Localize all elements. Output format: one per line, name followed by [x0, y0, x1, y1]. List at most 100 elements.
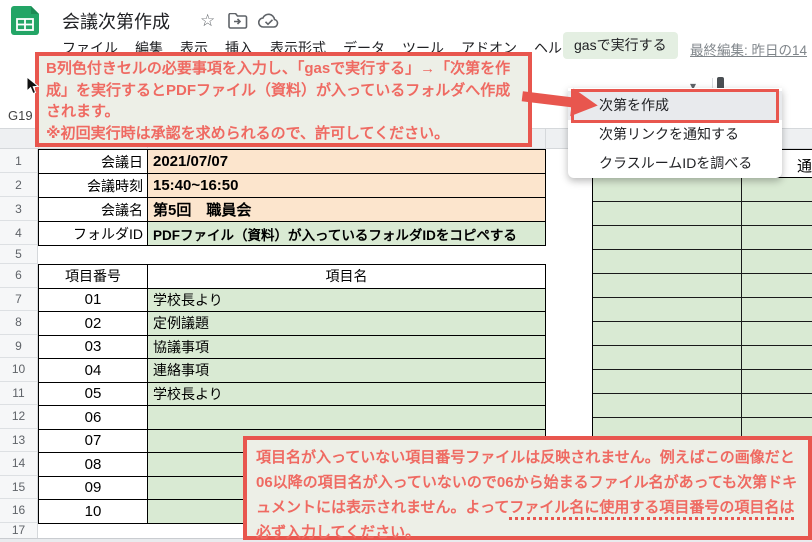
table-row: 02 定例議題: [39, 312, 546, 336]
row-header[interactable]: 8: [0, 311, 37, 335]
table-header-row: 項目番号 項目名: [39, 265, 546, 289]
menu-item-lookup-classroom-id[interactable]: クラスルームIDを調べる: [568, 149, 782, 178]
col-header-item-number[interactable]: 項目番号: [39, 265, 148, 289]
row-header[interactable]: 1: [0, 149, 37, 173]
cell-empty[interactable]: [742, 274, 812, 298]
table-row: [593, 394, 812, 418]
table-row: [593, 178, 812, 202]
cell-item-number[interactable]: 10: [39, 500, 148, 524]
cell-value-meeting-time[interactable]: 15:40~16:50: [148, 174, 546, 198]
cell-empty[interactable]: [742, 250, 812, 274]
row-header[interactable]: 12: [0, 405, 37, 429]
cell-empty[interactable]: [593, 322, 743, 346]
row-header[interactable]: 5: [0, 245, 37, 264]
cell-empty[interactable]: [742, 322, 812, 346]
table-row: [593, 346, 812, 370]
table-row: [593, 370, 812, 394]
col-header-item-name[interactable]: 項目名: [148, 265, 546, 289]
cell-empty[interactable]: [742, 178, 812, 202]
top-annotation-note: B列色付きセルの必要事項を入力し、「gasで実行する」→「次第を作成」を実行する…: [35, 52, 532, 147]
bottom-annotation-note: 項目名が入っていない項目番号ファイルは反映されません。例えばこの画像だと06以降…: [243, 436, 812, 541]
cloud-status-icon[interactable]: [258, 13, 280, 29]
table-row: 会議名 第5回 職員会: [39, 198, 546, 222]
table-row: 01 学校長より: [39, 288, 546, 312]
cell-empty[interactable]: [593, 202, 743, 226]
cell-item-number[interactable]: 08: [39, 453, 148, 477]
cell-item-number[interactable]: 02: [39, 312, 148, 336]
row-header[interactable]: 3: [0, 197, 37, 221]
row-header[interactable]: 7: [0, 288, 37, 311]
cell-label-meeting-name[interactable]: 会議名: [39, 198, 148, 222]
menu-item-notify-agenda-link[interactable]: 次第リンクを通知する: [568, 120, 782, 149]
cell-item-name[interactable]: 協議事項: [148, 335, 546, 359]
table-row: 会議時刻 15:40~16:50: [39, 174, 546, 198]
star-icon[interactable]: ☆: [200, 11, 215, 31]
table-row: [593, 226, 812, 250]
cell-item-name[interactable]: 学校長より: [148, 382, 546, 406]
row-header[interactable]: 14: [0, 452, 37, 476]
table-row: [593, 322, 812, 346]
cell-item-number[interactable]: 03: [39, 335, 148, 359]
cell-item-number[interactable]: 07: [39, 429, 148, 453]
name-box[interactable]: G19: [8, 108, 33, 123]
cell-item-number[interactable]: 05: [39, 382, 148, 406]
cell-item-name[interactable]: [148, 406, 546, 430]
google-sheets-window: 会議次第作成 ☆ ファイル 編集 表示 挿入 表示形式 データ ツール アドオン…: [0, 0, 812, 542]
cell-empty[interactable]: [593, 226, 743, 250]
cell-item-name[interactable]: 定例議題: [148, 312, 546, 336]
row-header[interactable]: 2: [0, 173, 37, 197]
table-row: [593, 274, 812, 298]
row-header[interactable]: 10: [0, 358, 37, 382]
cell-empty[interactable]: [742, 370, 812, 394]
cell-value-meeting-name[interactable]: 第5回 職員会: [148, 198, 546, 222]
cell-label-folder-id[interactable]: フォルダID: [39, 222, 148, 246]
last-edit-link[interactable]: 最終編集: 昨日の14: [690, 39, 807, 59]
table-row: 03 協議事項: [39, 335, 546, 359]
row-header[interactable]: 6: [0, 264, 37, 288]
cell-value-meeting-date[interactable]: 2021/07/07: [148, 150, 546, 174]
cell-empty[interactable]: [593, 346, 743, 370]
cell-empty[interactable]: [593, 178, 743, 202]
doc-title[interactable]: 会議次第作成: [62, 8, 170, 34]
cell-item-number[interactable]: 09: [39, 476, 148, 500]
cell-empty[interactable]: [593, 298, 743, 322]
table-row: 会議日 2021/07/07: [39, 150, 546, 174]
cell-empty[interactable]: [742, 298, 812, 322]
mouse-cursor-icon: [26, 76, 40, 95]
cell-empty[interactable]: [742, 202, 812, 226]
cell-item-number[interactable]: 01: [39, 288, 148, 312]
table-row: [593, 250, 812, 274]
table-row: フォルダID PDFファイル（資料）が入っているフォルダIDをコピペする: [39, 222, 546, 246]
meeting-info-table: 会議日 2021/07/07 会議時刻 15:40~16:50 会議名 第5回 …: [38, 149, 546, 246]
cell-item-name[interactable]: 学校長より: [148, 288, 546, 312]
cell-empty[interactable]: [742, 346, 812, 370]
row-header[interactable]: 13: [0, 429, 37, 452]
cell-empty[interactable]: [593, 394, 743, 418]
cell-empty[interactable]: [593, 370, 743, 394]
cell-label-meeting-time[interactable]: 会議時刻: [39, 174, 148, 198]
table-row: [593, 298, 812, 322]
cell-value-folder-id[interactable]: PDFファイル（資料）が入っているフォルダIDをコピペする: [148, 222, 546, 246]
sheets-logo-icon: [11, 6, 39, 35]
cell-label-meeting-date[interactable]: 会議日: [39, 150, 148, 174]
row-header[interactable]: 15: [0, 476, 37, 499]
row-header[interactable]: 16: [0, 499, 37, 523]
cell-item-name[interactable]: 連絡事項: [148, 359, 546, 383]
row-header[interactable]: 11: [0, 382, 37, 405]
row-header[interactable]: 17: [0, 523, 37, 538]
cell-item-number[interactable]: 06: [39, 406, 148, 430]
cell-empty[interactable]: [742, 394, 812, 418]
cell-item-number[interactable]: 04: [39, 359, 148, 383]
move-folder-icon[interactable]: [228, 13, 248, 29]
note-text: ※初回実行時は承認を求められるので、許可してください。: [46, 124, 450, 142]
cell-empty[interactable]: [593, 274, 743, 298]
row-headers[interactable]: 1 2 3 4 5 6 7 8 9 10 11 12 13 14 15 16 1…: [0, 149, 38, 538]
table-row: [593, 202, 812, 226]
top-bar: 会議次第作成 ☆: [0, 0, 812, 36]
cell-empty[interactable]: [742, 226, 812, 250]
cell-empty[interactable]: [593, 250, 743, 274]
right-table-header-label: 通: [797, 158, 812, 175]
row-header[interactable]: 4: [0, 221, 37, 245]
menu-gas-custom[interactable]: gasで実行する: [563, 32, 678, 59]
row-header[interactable]: 9: [0, 335, 37, 358]
